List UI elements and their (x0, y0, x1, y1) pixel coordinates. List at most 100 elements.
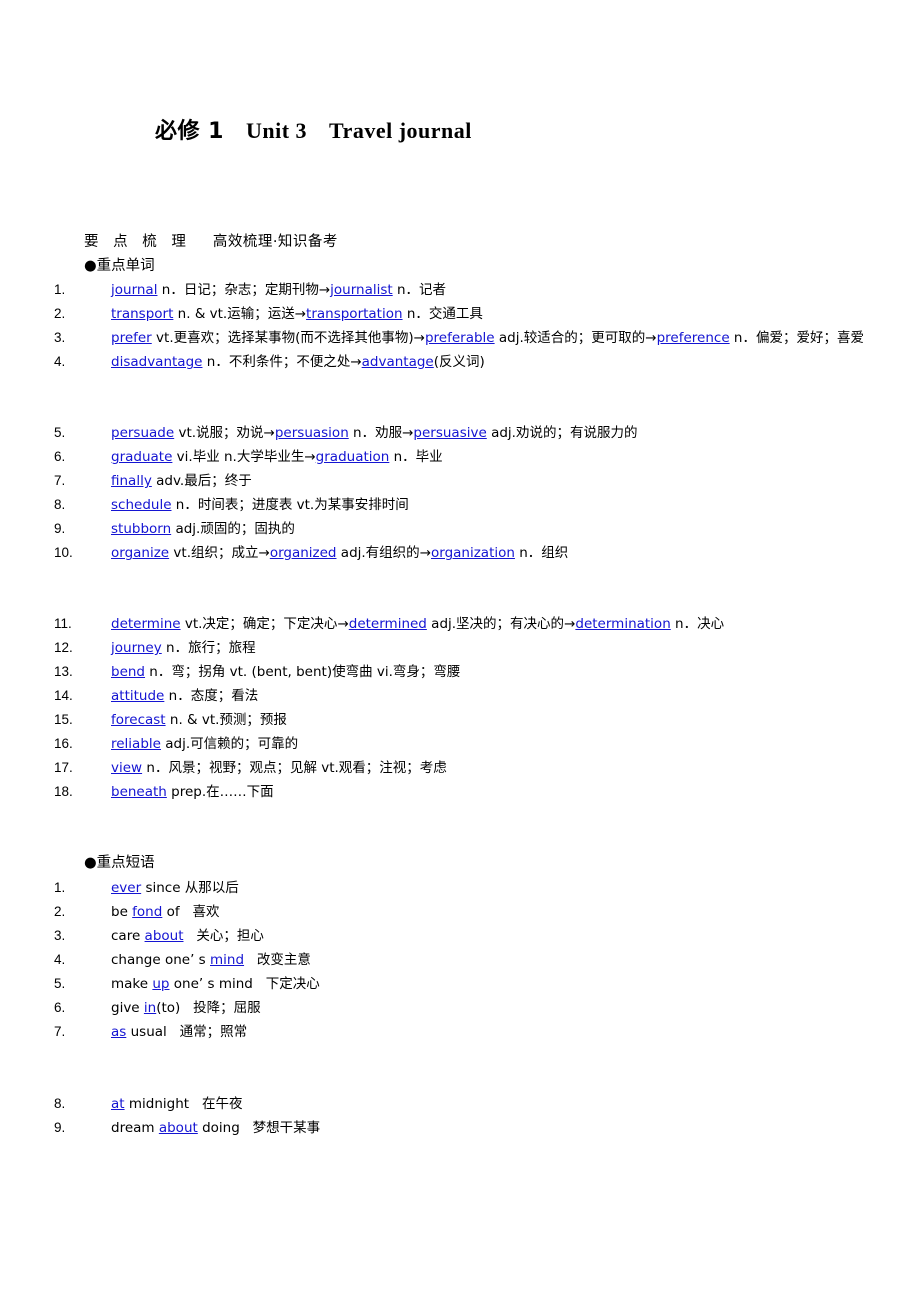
word-entry-item: 9. stubborn adj.顽固的；固执的 (54, 517, 884, 541)
word-entry-text: graduate vi.毕业 n.大学毕业生→graduation n．毕业 (111, 449, 443, 465)
key-words-list-part2: 5. persuade vt.说服；劝说→persuasion n．劝服→pers… (54, 421, 884, 565)
word-entry-item: 13. bend n．弯；拐角 vt. (bent, bent)使弯曲 vi.弯身… (54, 660, 884, 684)
word-entry-text: finally adv.最后；终于 (111, 473, 252, 489)
key-words-list-part1: 1. journal n．日记；杂志；定期刊物→journalist n．记者 2.… (54, 278, 884, 374)
phrase-entry-item: 3. care about 关心；担心 (54, 924, 884, 948)
phrase-entry-number: 5. (54, 975, 66, 991)
word-entry-text: bend n．弯；拐角 vt. (bent, bent)使弯曲 vi.弯身；弯腰 (111, 664, 461, 680)
phrase-entry-number: 1. (54, 879, 66, 895)
word-entry-item: 4. disadvantage n．不利条件；不便之处→advantage(反义词… (54, 350, 884, 374)
phrase-entry-number: 3. (54, 927, 66, 943)
word-entry-number: 17. (54, 760, 73, 775)
phrase-entry-item: 8. at midnight 在午夜 (54, 1092, 884, 1116)
phrase-entry-text: as usual 通常；照常 (111, 1023, 248, 1040)
word-entry-text: attitude n．态度；看法 (111, 688, 259, 704)
phrase-entry-number: 2. (54, 903, 66, 919)
word-entry-item: 5. persuade vt.说服；劝说→persuasion n．劝服→pers… (54, 421, 884, 445)
word-entry-number: 2. (54, 306, 66, 321)
word-entry-text: prefer vt.更喜欢；选择某事物(而不选择其他事物)→preferable… (111, 330, 864, 346)
page-title: 必修 1 Unit 3 Travel journal (155, 118, 472, 145)
phrase-entry-text: ever since 从那以后 (111, 879, 239, 896)
title-part-book: 必修 1 (155, 119, 224, 144)
block-gap-4 (84, 1044, 884, 1092)
content-column: 要 点 梳 理 高效梳理·知识备考 ●重点单词 1. journal n．日记；杂志… (54, 231, 884, 1140)
phrase-entry-number: 6. (54, 999, 66, 1015)
phrase-entry-text: give in(to) 投降；屈服 (111, 999, 261, 1016)
phrase-entry-number: 8. (54, 1095, 66, 1111)
word-entry-text: persuade vt.说服；劝说→persuasion n．劝服→persua… (111, 425, 638, 441)
word-entry-number: 5. (54, 425, 66, 440)
word-entry-text: beneath prep.在……下面 (111, 784, 274, 800)
word-entry-text: forecast n. & vt.预测；预报 (111, 712, 287, 728)
word-entry-text: transport n. & vt.运输；运送→transportation n… (111, 306, 483, 322)
block-gap-3 (84, 804, 884, 852)
word-entry-number: 1. (54, 282, 66, 297)
word-entry-text: schedule n．时间表；进度表 vt.为某事安排时间 (111, 497, 409, 513)
phrase-entry-item: 2. be fond of 喜欢 (54, 900, 884, 924)
key-phrases-list-part1: 1. ever since 从那以后 2. be fond of 喜欢 3. care a… (54, 876, 884, 1044)
word-entry-text: disadvantage n．不利条件；不便之处→advantage(反义词) (111, 354, 485, 370)
word-entry-text: journey n．旅行；旅程 (111, 640, 256, 656)
word-entry-number: 13. (54, 664, 73, 679)
phrase-entry-item: 7. as usual 通常；照常 (54, 1020, 884, 1044)
word-entry-number: 15. (54, 712, 73, 727)
title-part-topic: Travel journal (329, 118, 472, 143)
word-entry-item: 14. attitude n．态度；看法 (54, 684, 884, 708)
word-entry-item: 12. journey n．旅行；旅程 (54, 636, 884, 660)
word-entry-item: 17. view n．风景；视野；观点；见解 vt.观看；注视；考虑 (54, 756, 884, 780)
phrase-entry-item: 1. ever since 从那以后 (54, 876, 884, 900)
phrase-entry-item: 9. dream about doing 梦想干某事 (54, 1116, 884, 1140)
phrase-entry-text: care about 关心；担心 (111, 927, 264, 944)
word-entry-item: 2. transport n. & vt.运输；运送→transportation… (54, 302, 884, 326)
word-entry-number: 8. (54, 497, 66, 512)
word-entry-item: 18. beneath prep.在……下面 (54, 780, 884, 804)
word-entry-number: 14. (54, 688, 73, 703)
block-gap-2 (84, 565, 884, 612)
block-gap-1 (84, 374, 884, 421)
word-entry-text: organize vt.组织；成立→organized adj.有组织的→org… (111, 545, 569, 561)
word-entry-item: 8. schedule n．时间表；进度表 vt.为某事安排时间 (54, 493, 884, 517)
word-entry-number: 18. (54, 784, 73, 799)
word-entry-number: 7. (54, 473, 66, 488)
phrase-entry-text: make up one’ s mind 下定决心 (111, 975, 320, 992)
title-part-unit: Unit 3 (245, 118, 308, 143)
word-entry-text: determine vt.决定；确定；下定决心→determined adj.坚… (111, 616, 725, 632)
word-entry-number: 9. (54, 521, 66, 536)
phrase-entry-number: 9. (54, 1119, 66, 1135)
key-words-list-part3: 11. determine vt.决定；确定；下定决心→determined ad… (54, 612, 884, 804)
phrase-entry-number: 4. (54, 951, 66, 967)
word-entry-item: 15. forecast n. & vt.预测；预报 (54, 708, 884, 732)
phrase-entry-item: 5. make up one’ s mind 下定决心 (54, 972, 884, 996)
phrase-entry-text: be fond of 喜欢 (111, 903, 220, 920)
word-entry-number: 6. (54, 449, 66, 464)
word-entry-number: 11. (54, 616, 72, 631)
word-entry-number: 4. (54, 354, 66, 369)
word-entry-text: view n．风景；视野；观点；见解 vt.观看；注视；考虑 (111, 760, 447, 776)
phrases-heading: ●重点短语 (84, 855, 155, 871)
word-entry-number: 10. (54, 545, 73, 560)
word-entry-number: 12. (54, 640, 73, 655)
words-heading: ●重点单词 (84, 257, 155, 274)
word-entry-item: 11. determine vt.决定；确定；下定决心→determined ad… (54, 612, 884, 636)
section-header-label: 要 点 梳 理 (84, 234, 191, 250)
phrase-entry-number: 7. (54, 1023, 66, 1039)
section-header-subtitle: 高效梳理·知识备考 (212, 234, 338, 250)
phrase-entry-item: 4. change one’ s mind 改变主意 (54, 948, 884, 972)
section-header: 要 点 梳 理 高效梳理·知识备考 (84, 231, 884, 255)
key-phrases-list-part2: 8. at midnight 在午夜 9. dream about doing 梦想干… (54, 1092, 884, 1140)
word-entry-item: 16. reliable adj.可信赖的；可靠的 (54, 732, 884, 756)
phrase-entry-text: change one’ s mind 改变主意 (111, 951, 311, 968)
word-entry-item: 7. finally adv.最后；终于 (54, 469, 884, 493)
word-entry-text: stubborn adj.顽固的；固执的 (111, 521, 295, 537)
word-entry-item: 3. prefer vt.更喜欢；选择某事物(而不选择其他事物)→preferab… (54, 326, 884, 350)
phrase-entry-item: 6. give in(to) 投降；屈服 (54, 996, 884, 1020)
word-entry-item: 1. journal n．日记；杂志；定期刊物→journalist n．记者 (54, 278, 884, 302)
word-entry-item: 10. organize vt.组织；成立→organized adj.有组织的→… (54, 541, 884, 565)
word-entry-number: 16. (54, 736, 73, 751)
word-entry-text: journal n．日记；杂志；定期刊物→journalist n．记者 (111, 282, 447, 298)
word-entry-number: 3. (54, 330, 66, 345)
word-entry-text: reliable adj.可信赖的；可靠的 (111, 736, 299, 752)
phrase-entry-text: dream about doing 梦想干某事 (111, 1119, 321, 1136)
phrase-entry-text: at midnight 在午夜 (111, 1095, 243, 1112)
word-entry-item: 6. graduate vi.毕业 n.大学毕业生→graduation n．毕业 (54, 445, 884, 469)
